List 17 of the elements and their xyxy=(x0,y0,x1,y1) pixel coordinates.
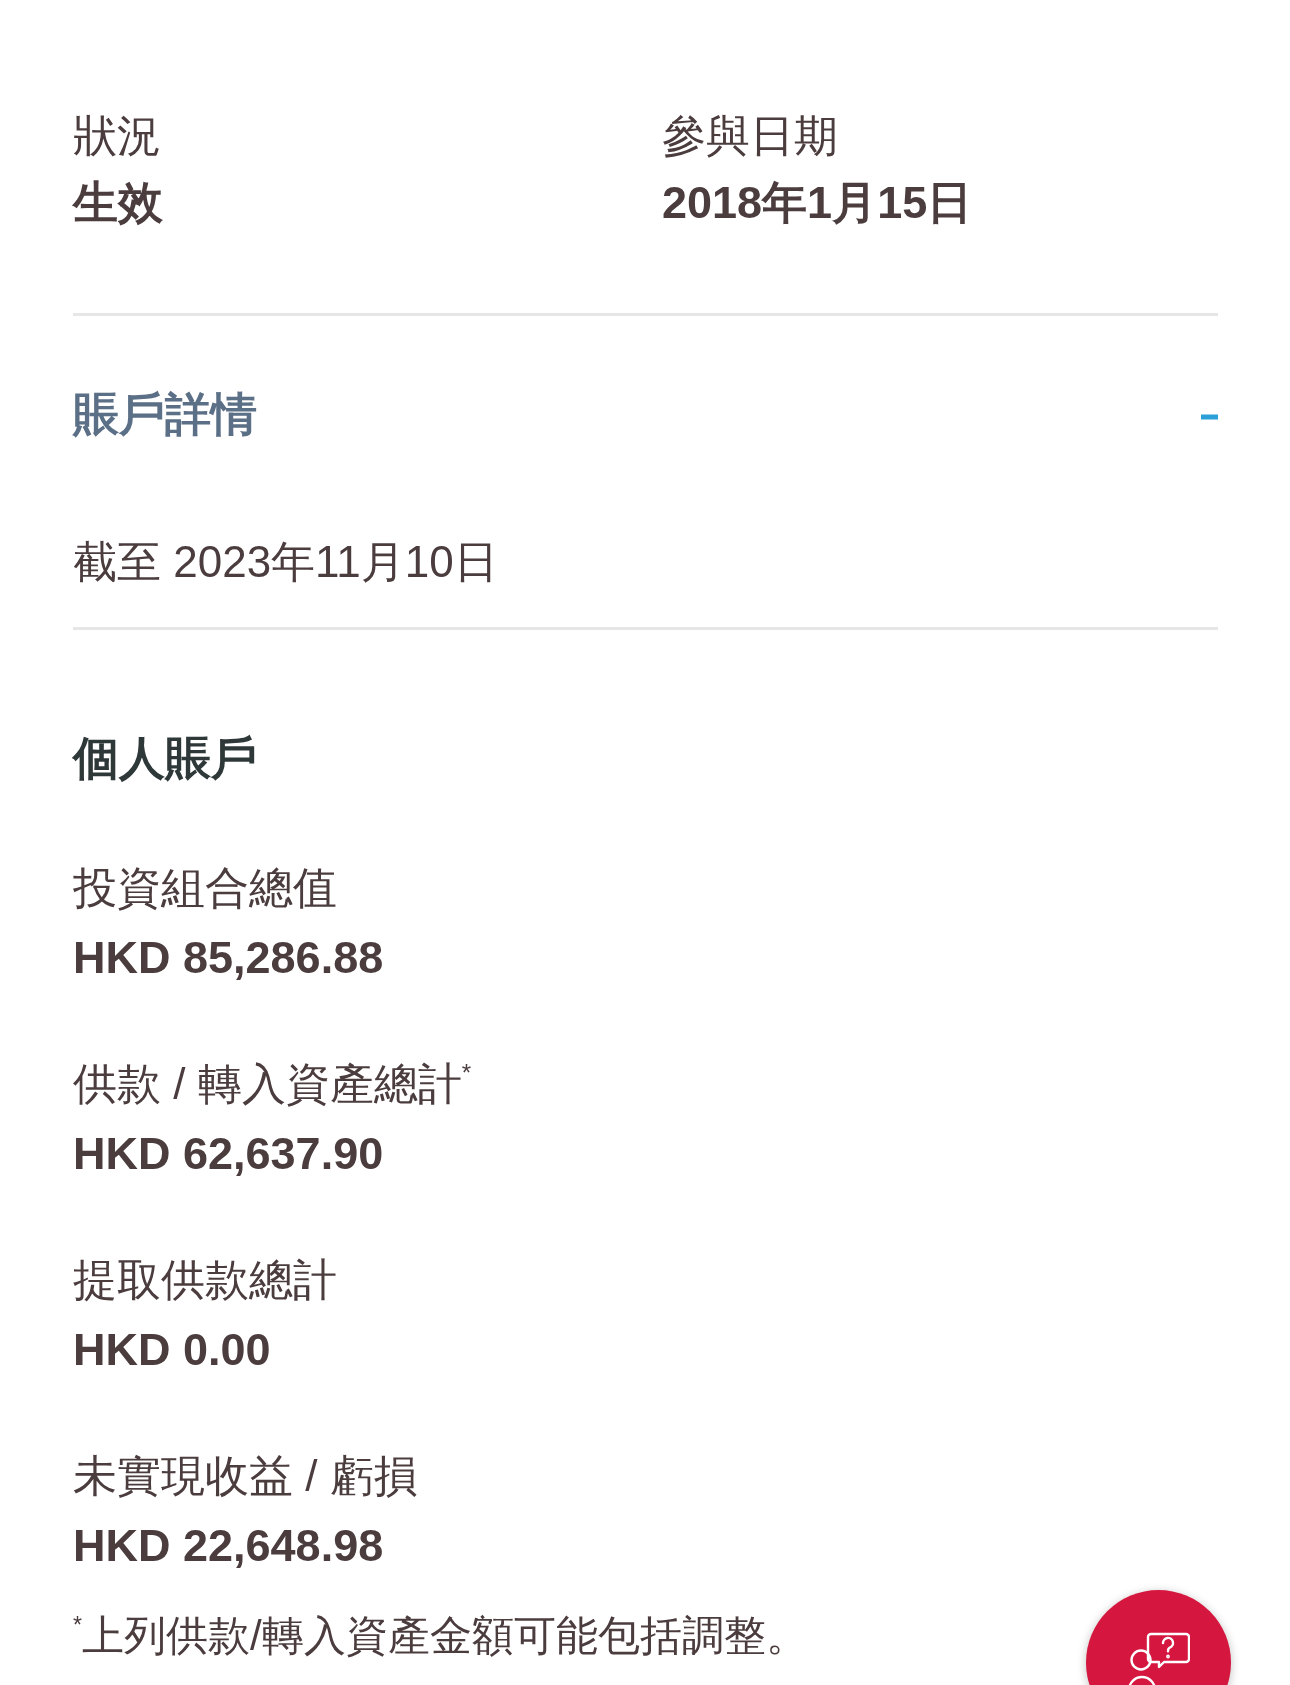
field-value: 2018年1月15日 xyxy=(662,176,973,230)
field-label: 參與日期 xyxy=(662,110,838,162)
section-heading: 個人賬戶 xyxy=(73,731,257,786)
person-question-bubble-icon xyxy=(1127,1632,1190,1685)
field-value: HKD 0.00 xyxy=(73,1323,271,1377)
field-value: 生效 xyxy=(73,176,163,230)
field-label: 提取供款總計 xyxy=(73,1254,337,1306)
field-label: 投資組合總值 xyxy=(73,862,337,914)
field-value: HKD 62,637.90 xyxy=(73,1127,384,1181)
as-of-date: 截至 2023年11月10日 xyxy=(73,536,498,588)
field-label: 狀況 xyxy=(73,110,161,162)
footnote: $^{*}$上列供款/轉入資產金額可能包括調整。 xyxy=(73,1610,808,1661)
field-label: 未實現收益 / 虧損 xyxy=(73,1450,418,1502)
field-value: HKD 85,286.88 xyxy=(73,931,384,985)
field-label: 供款 / 轉入資產總計$^{*}$ xyxy=(73,1057,472,1110)
field-value: HKD 22,648.98 xyxy=(73,1519,384,1573)
section-title[interactable]: 賬戶詳情 xyxy=(73,382,257,446)
